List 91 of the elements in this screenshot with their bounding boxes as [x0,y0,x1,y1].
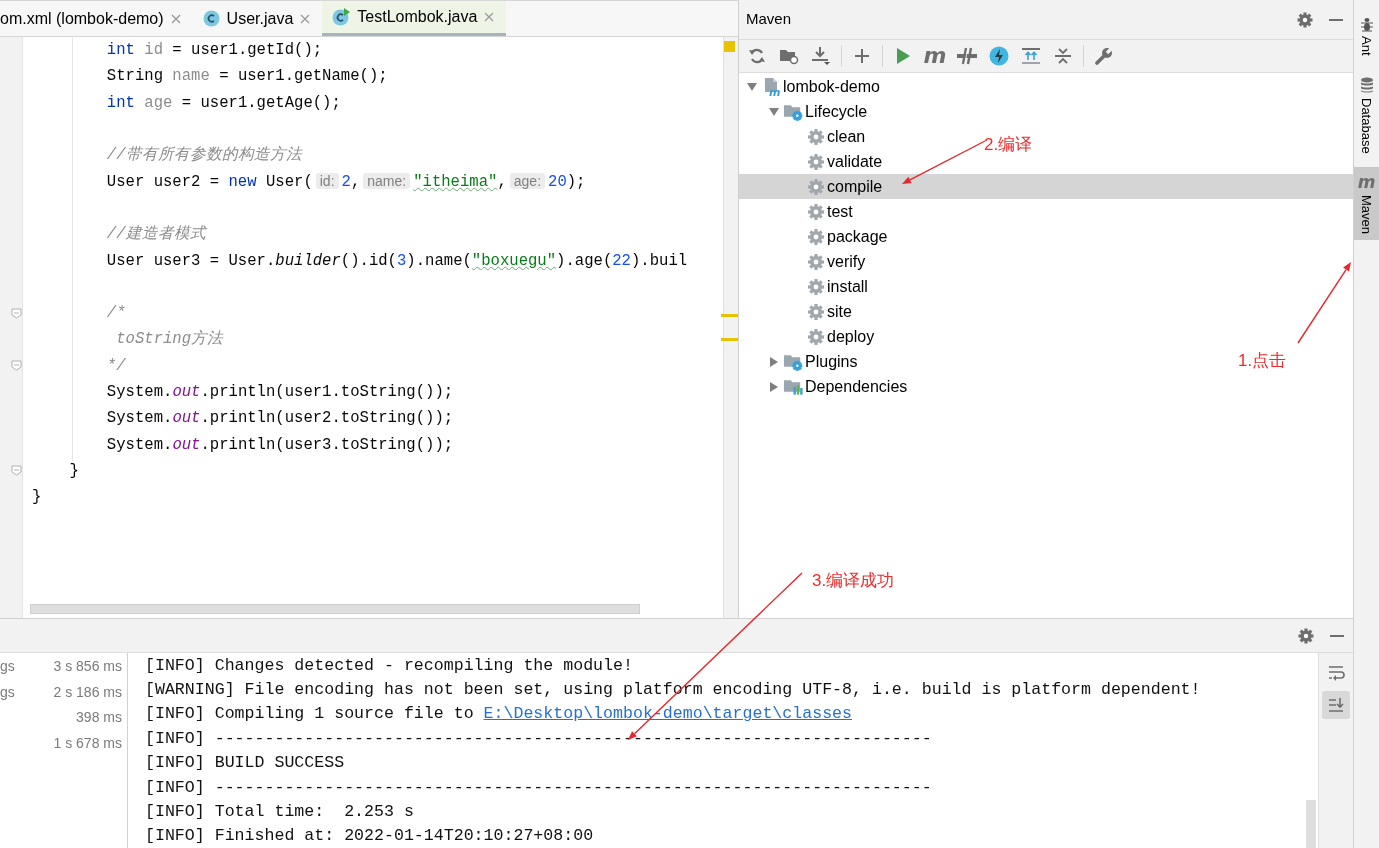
console-line: [INFO] Total time: 2.253 s [145,802,414,822]
build-time: 398 ms [76,708,122,728]
tree-item[interactable]: Plugins [765,349,858,374]
tree-item[interactable]: package [787,224,888,249]
editor-tab[interactable]: TestLombok.java [322,1,507,36]
close-icon[interactable] [170,13,181,24]
console-line: [INFO] Changes detected - recompiling the module! [145,655,633,675]
tree-item[interactable]: verify [787,249,866,274]
side-tab[interactable]: m Maven [1353,167,1379,241]
database-icon [1358,75,1375,94]
annotation-label: 3.编译成功 [812,571,895,591]
plus-icon[interactable] [854,48,870,64]
code-line: User user2 = new User( id: 2, name: "itheima", age: 20); [105,172,586,194]
download-icon[interactable] [811,46,831,66]
build-step-label: gs [0,682,16,702]
run-icon[interactable] [895,47,911,65]
wrench-icon[interactable] [1095,47,1113,65]
code-line: //带有所有参数的构造方法 [105,145,302,167]
build-step-label: gs [0,657,16,677]
console-line: [INFO] BUILD SUCCESS [145,753,345,773]
class-icon [202,10,220,27]
horizontal-scrollbar[interactable] [30,604,640,614]
editor-tab[interactable]: om.xml (lombok-demo) [0,1,193,36]
panel-title: Maven [746,9,793,30]
gear-icon [805,301,826,322]
editor-tab[interactable]: User.java [192,1,323,36]
collapse-arrow-icon[interactable] [768,380,780,393]
code-line: int age = user1.getAge(); [105,92,341,114]
build-time: 1 s 678 ms [53,733,122,753]
console-line: [INFO] ------------------------------------------------------------------------ [145,728,932,748]
build-time: 2 s 186 ms [53,682,122,702]
code-line: System.out.println(user2.toString()); [105,408,454,430]
console-line: [INFO] ------------------------------------------------------------------------ [145,777,932,797]
annotation-label: 1.点击 [1238,351,1287,371]
skip-tests-icon[interactable] [956,47,978,65]
side-tab[interactable]: Ant [1353,10,1379,62]
code-line: } [32,487,42,509]
scroll-to-end-button[interactable] [1322,691,1350,719]
settings-icon[interactable] [1297,626,1315,645]
side-tab[interactable]: Database [1353,69,1379,160]
tree-item[interactable]: Dependencies [765,374,908,399]
build-time: 3 s 856 ms [53,657,122,677]
vertical-scrollbar[interactable] [1306,800,1316,848]
annotation-label: 2.编译 [984,135,1033,155]
gear-icon [805,151,826,172]
fold-marker-icon[interactable] [11,307,22,319]
tree-item[interactable]: install [787,274,868,299]
tree-item[interactable]: test [787,199,853,224]
settings-icon[interactable] [1296,10,1314,29]
tree-item[interactable]: Lifecycle [765,99,868,124]
soft-wrap-icon[interactable] [1327,664,1345,682]
gear-icon [805,251,826,272]
code-line: toString方法 [115,329,224,351]
code-line: } [68,460,79,482]
gear-icon [805,126,826,147]
console-line: [INFO] Finished at: 2022-01-14T20:10:27+08:00 [145,826,594,846]
expand-all-icon[interactable] [1021,47,1041,65]
code-line: System.out.println(user3.toString()); [105,434,454,456]
code-line: //建造者模式 [105,224,206,246]
scroll-to-end-icon[interactable] [1327,696,1345,714]
gear-icon [805,201,826,222]
tree-item[interactable]: compile [787,174,883,199]
code-line: System.out.println(user1.toString()); [105,382,454,403]
expand-arrow-icon[interactable] [746,80,758,93]
tree-item[interactable]: site [787,299,852,324]
close-icon[interactable] [300,13,311,24]
warning-marker[interactable] [724,41,735,52]
folder-refresh-icon[interactable] [779,47,799,65]
gear-icon [805,276,826,297]
gear-icon [805,326,826,347]
code-line: String name = user1.getName(); [105,66,388,88]
code-line: */ [105,355,126,377]
tree-item[interactable]: clean [787,124,866,149]
tree-item[interactable]: deploy [787,324,875,349]
tree-item[interactable]: validate [787,149,883,174]
expand-arrow-icon[interactable] [768,105,780,118]
close-icon[interactable] [484,12,495,22]
fold-marker-icon[interactable] [11,360,22,372]
maven-goal-button[interactable]: m [919,46,951,66]
ant-icon [1358,16,1375,32]
gear-icon [805,226,826,247]
refresh-icon[interactable] [748,47,766,65]
gear-icon [805,176,826,197]
fold-marker-icon[interactable] [11,465,22,477]
code-line: int id = user1.getId(); [105,40,323,62]
code-line: User user3 = User.builder().id(3).name("boxuegu").age(22).buil [105,250,688,272]
collapse-all-icon[interactable] [1054,47,1072,65]
code-line: /* [105,303,126,325]
collapse-arrow-icon[interactable] [768,355,780,368]
runnable-class-icon [332,8,351,26]
lightning-icon[interactable] [989,46,1009,66]
